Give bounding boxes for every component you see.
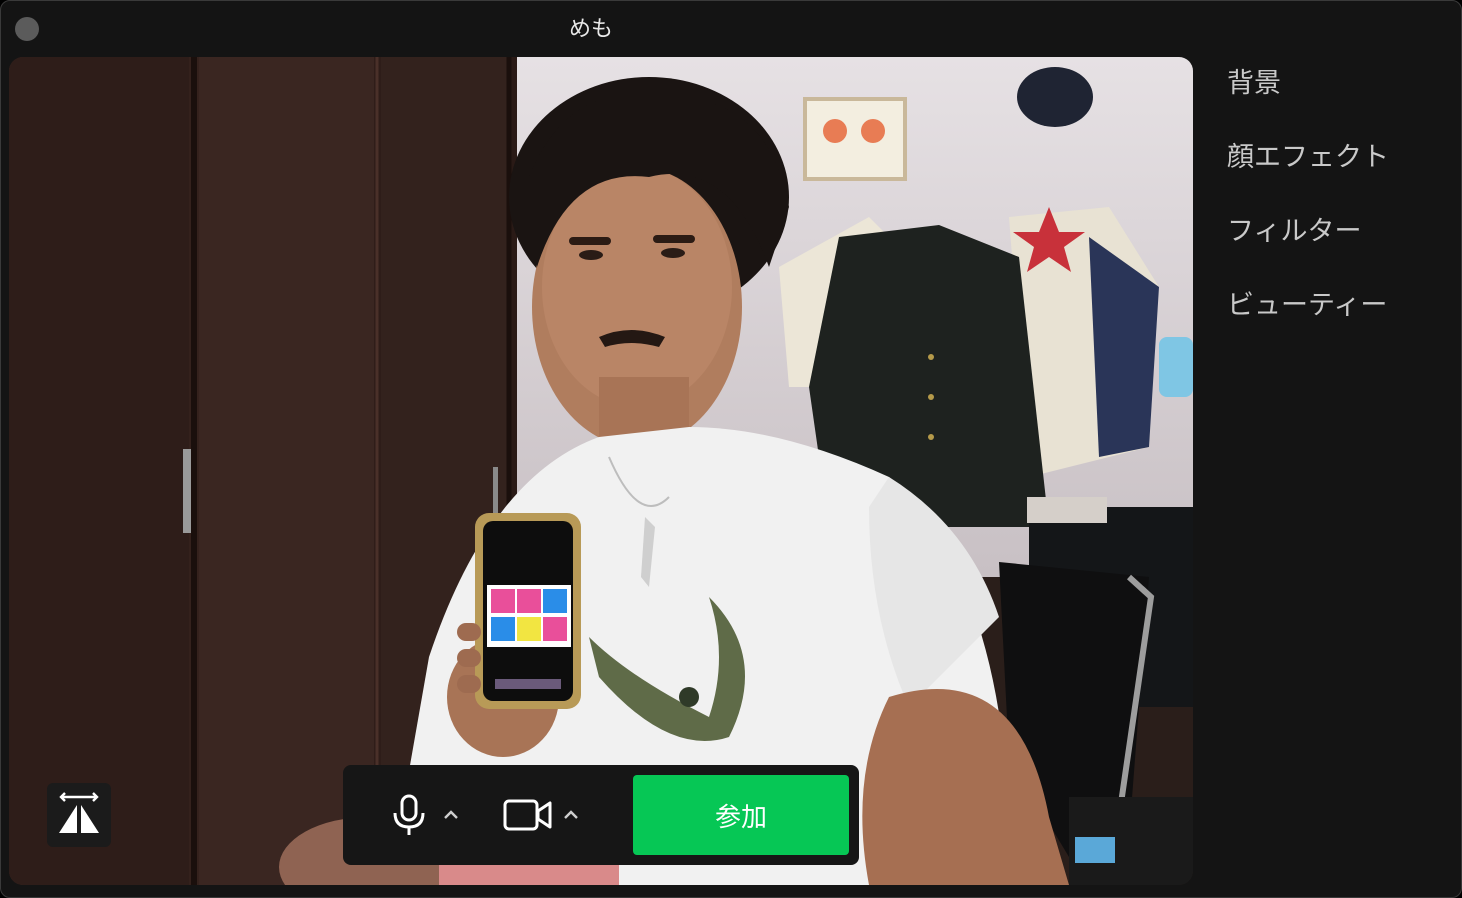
effects-side-menu: 背景 顔エフェクト フィルター ビューティー <box>1211 63 1451 359</box>
camera-scene-image <box>9 57 1193 885</box>
mirror-flip-icon <box>59 792 99 833</box>
video-camera-icon[interactable] <box>503 795 553 835</box>
join-control-bar: 参加 <box>343 765 859 865</box>
menu-item-face-effects[interactable]: 顔エフェクト <box>1211 137 1451 211</box>
app-window: めも 参加 背景 顔エフェクト フィルター ビューティー <box>0 0 1462 898</box>
menu-item-background[interactable]: 背景 <box>1211 63 1451 137</box>
camera-preview: 参加 <box>9 57 1193 885</box>
join-button[interactable]: 参加 <box>633 775 849 855</box>
mic-options-chevron-icon[interactable] <box>441 807 461 823</box>
mirror-toggle-button[interactable] <box>47 783 111 847</box>
menu-item-filter[interactable]: フィルター <box>1211 211 1451 285</box>
window-title: めも <box>568 17 613 42</box>
menu-item-beauty[interactable]: ビューティー <box>1211 285 1451 359</box>
title-bar: めも <box>1 1 1461 53</box>
microphone-icon[interactable] <box>387 793 431 837</box>
camera-options-chevron-icon[interactable] <box>561 807 581 823</box>
